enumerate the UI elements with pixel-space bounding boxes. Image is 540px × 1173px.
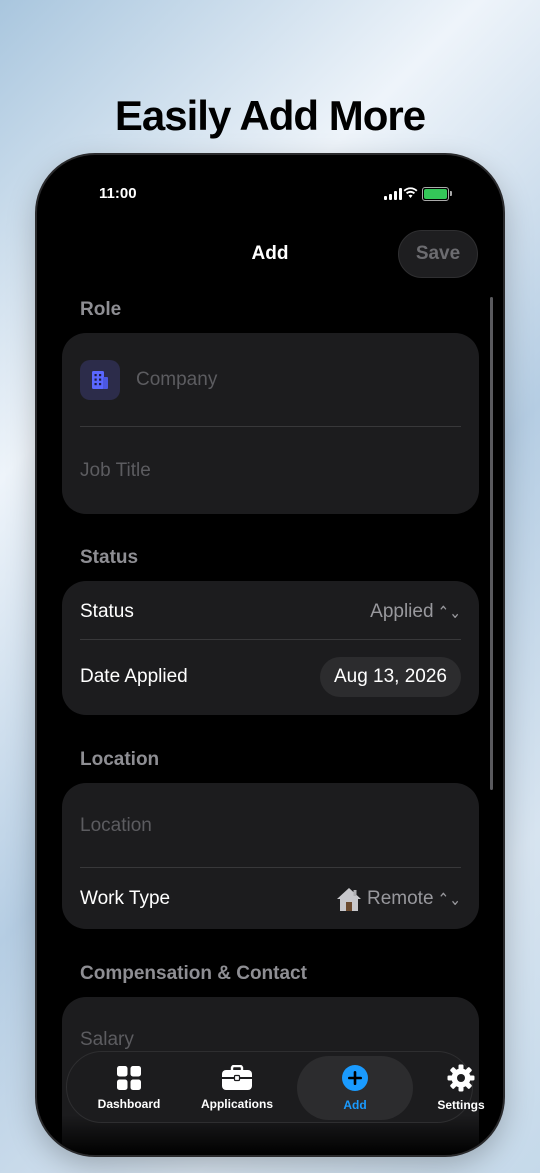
tab-label: Applications [200, 1097, 273, 1111]
company-placeholder: Company [136, 369, 218, 390]
tab-bar: Dashboard Applications Add Settings [66, 1051, 485, 1124]
section-title-role: Role [80, 299, 122, 320]
grid-icon [117, 1066, 141, 1090]
tab-label: Settings [437, 1098, 485, 1112]
tab-applications[interactable]: Applications [183, 1052, 291, 1124]
date-applied-row: Date Applied Aug 13, 2026 [80, 656, 461, 698]
work-type-value: Remote [367, 888, 434, 909]
status-bar: 11:00 [37, 185, 503, 205]
location-placeholder: Location [80, 815, 152, 836]
section-title-location: Location [80, 749, 160, 770]
gear-icon [447, 1064, 475, 1092]
chevron-up-down-icon: ⌃⌄ [437, 602, 461, 622]
salary-placeholder: Salary [80, 1029, 134, 1050]
save-button[interactable]: Save [398, 230, 478, 278]
date-applied-label: Date Applied [80, 666, 188, 687]
status-card: Status Applied ⌃⌄ Date Applied Aug 13, 2… [62, 581, 479, 715]
section-title-compensation: Compensation & Contact [80, 963, 307, 984]
role-card: Company Job Title [62, 333, 479, 514]
work-type-value-group: Remote ⌃⌄ [335, 886, 461, 912]
status-picker[interactable]: Status Applied ⌃⌄ [80, 591, 461, 633]
wifi-icon [403, 187, 418, 198]
tab-dashboard[interactable]: Dashboard [75, 1052, 183, 1124]
house-icon [337, 888, 361, 911]
tab-add[interactable]: Add [297, 1056, 413, 1120]
job-title-placeholder: Job Title [80, 460, 151, 481]
tab-settings[interactable]: Settings [413, 1052, 503, 1124]
status-label: Status [80, 601, 134, 622]
divider [80, 867, 461, 868]
plus-circle-icon [342, 1065, 368, 1091]
work-type-picker[interactable]: Work Type Remote ⌃⌄ [80, 878, 461, 920]
battery-icon [422, 187, 452, 201]
company-field[interactable]: Company [80, 359, 461, 401]
date-applied-picker[interactable]: Aug 13, 2026 [319, 657, 461, 697]
work-type-label: Work Type [80, 888, 171, 909]
status-value-group: Applied ⌃⌄ [370, 601, 461, 623]
phone-frame: 11:00 Add Save Role Company Job Title St… [37, 155, 503, 1155]
building-icon [80, 360, 120, 400]
job-title-field[interactable]: Job Title [80, 450, 461, 492]
briefcase-icon [222, 1065, 252, 1090]
divider [80, 639, 461, 640]
tab-label: Dashboard [97, 1097, 161, 1111]
chevron-up-down-icon: ⌃⌄ [437, 889, 461, 909]
status-time: 11:00 [99, 185, 137, 202]
section-title-status: Status [80, 547, 139, 568]
scrollbar[interactable] [490, 297, 493, 790]
tab-label: Add [343, 1098, 367, 1112]
cellular-signal-icon [384, 188, 402, 200]
marketing-headline: Easily Add More [114, 92, 426, 139]
location-card: Location Work Type Remote ⌃⌄ [62, 783, 479, 929]
divider [80, 426, 461, 427]
status-value: Applied [370, 601, 434, 622]
location-field[interactable]: Location [80, 805, 461, 847]
